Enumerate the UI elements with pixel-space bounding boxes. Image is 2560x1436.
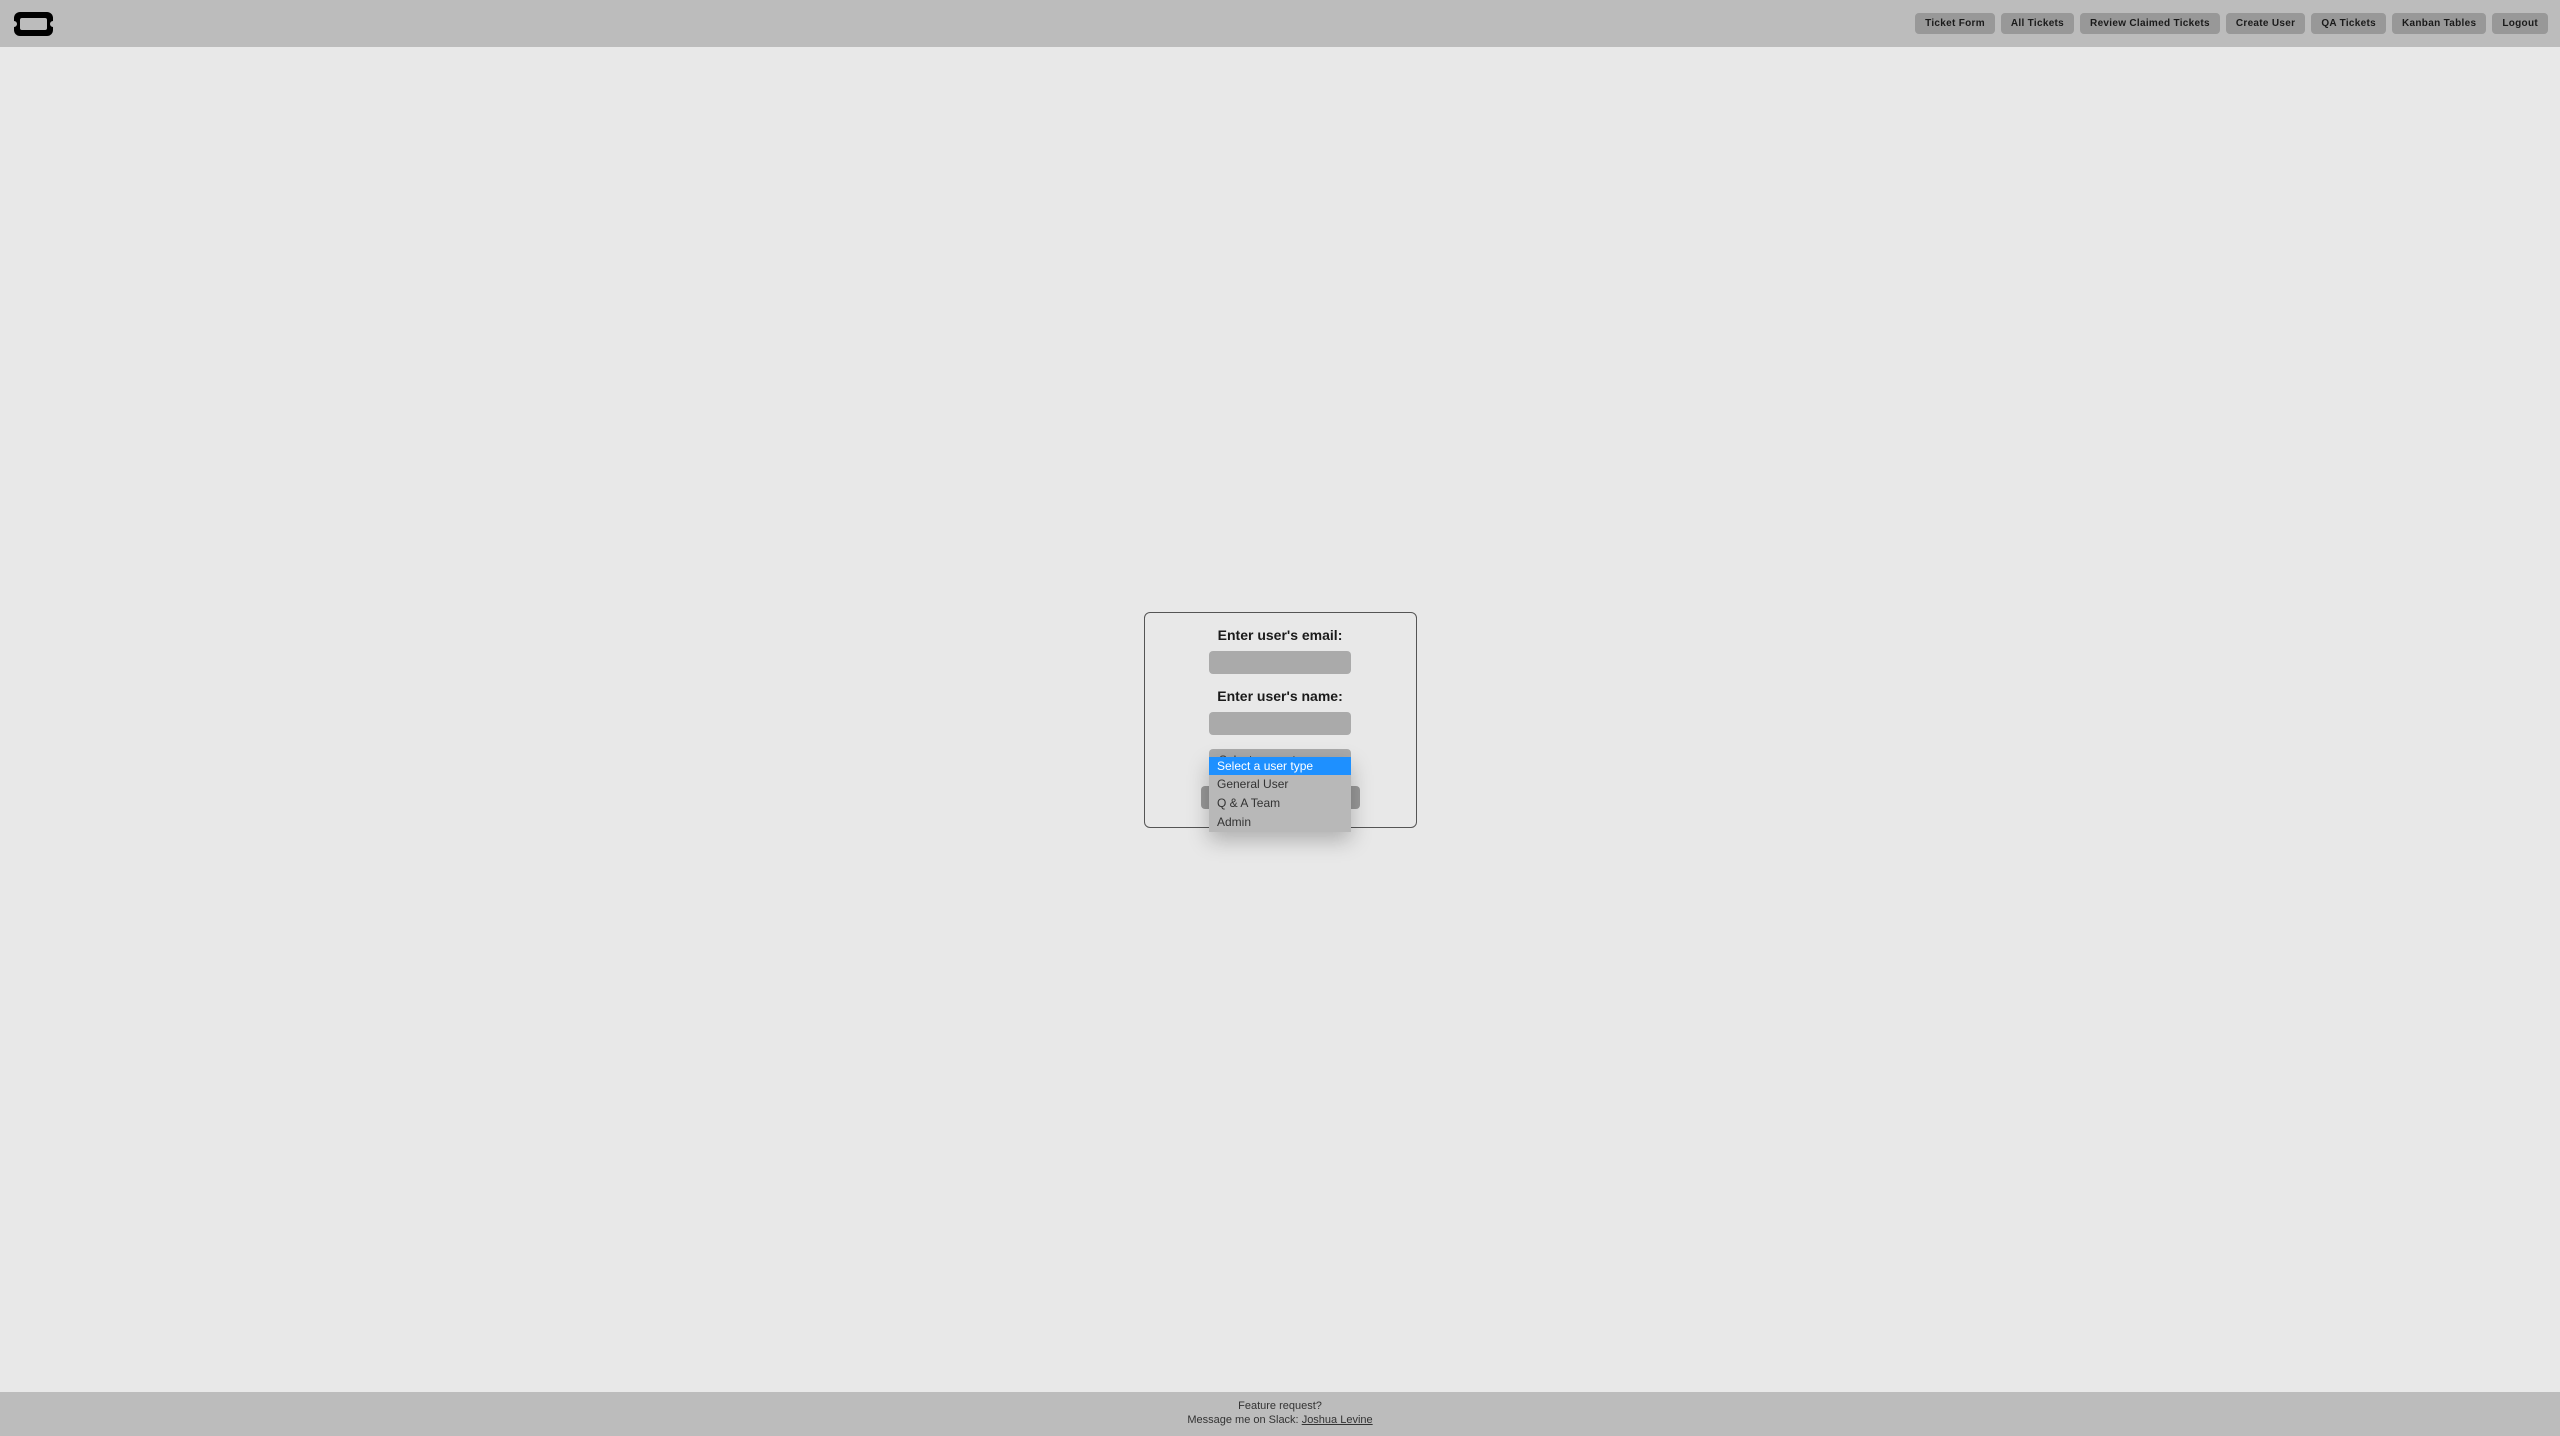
header: Ticket Form All Tickets Review Claimed T… bbox=[0, 0, 2560, 47]
email-input[interactable] bbox=[1209, 651, 1351, 674]
name-input[interactable] bbox=[1209, 712, 1351, 735]
option-admin[interactable]: Admin bbox=[1209, 813, 1351, 832]
option-general-user[interactable]: General User bbox=[1209, 775, 1351, 794]
nav-create-user[interactable]: Create User bbox=[2226, 13, 2305, 34]
ticket-logo-icon bbox=[12, 10, 55, 38]
main-content: Enter user's email: Enter user's name: S… bbox=[0, 47, 2560, 1392]
nav-ticket-form[interactable]: Ticket Form bbox=[1915, 13, 1995, 34]
option-qa-team[interactable]: Q & A Team bbox=[1209, 794, 1351, 813]
footer-slack-link[interactable]: Joshua Levine bbox=[1302, 1414, 1373, 1426]
nav-review-claimed-tickets[interactable]: Review Claimed Tickets bbox=[2080, 13, 2220, 34]
nav-qa-tickets[interactable]: QA Tickets bbox=[2311, 13, 2386, 34]
footer: Feature request? Message me on Slack: Jo… bbox=[0, 1392, 2560, 1436]
option-select-placeholder[interactable]: Select a user type bbox=[1209, 757, 1351, 776]
name-label: Enter user's name: bbox=[1217, 688, 1343, 704]
footer-feature-request: Feature request? bbox=[0, 1400, 2560, 1412]
user-type-dropdown-options: Select a user type General User Q & A Te… bbox=[1209, 757, 1351, 832]
nav-buttons: Ticket Form All Tickets Review Claimed T… bbox=[1915, 13, 2548, 34]
nav-kanban-tables[interactable]: Kanban Tables bbox=[2392, 13, 2486, 34]
email-label: Enter user's email: bbox=[1218, 627, 1343, 643]
nav-logout[interactable]: Logout bbox=[2492, 13, 2548, 34]
create-user-form: Enter user's email: Enter user's name: S… bbox=[1144, 612, 1417, 828]
footer-contact-prefix: Message me on Slack: bbox=[1187, 1414, 1301, 1426]
nav-all-tickets[interactable]: All Tickets bbox=[2001, 13, 2074, 34]
footer-contact: Message me on Slack: Joshua Levine bbox=[0, 1414, 2560, 1426]
